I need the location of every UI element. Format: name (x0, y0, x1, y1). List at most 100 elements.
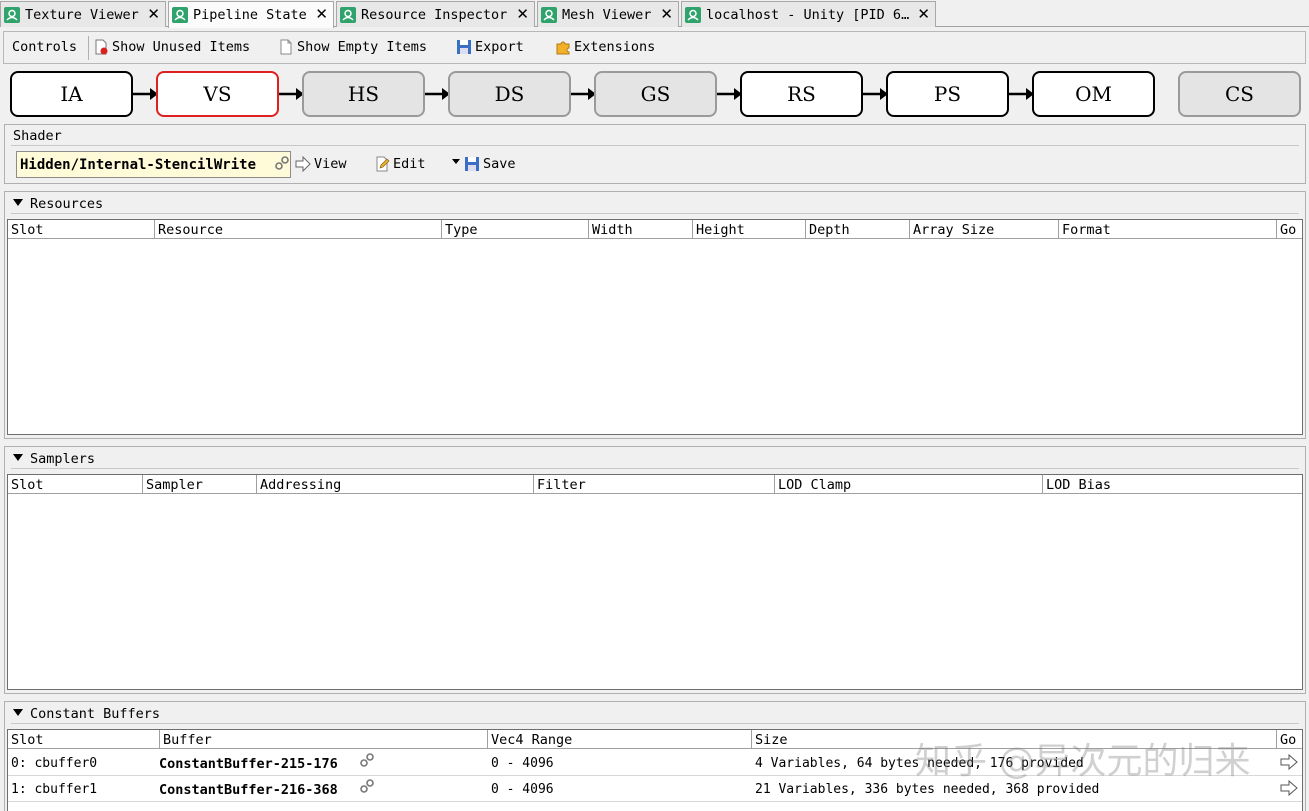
close-icon[interactable]: ✕ (917, 6, 930, 22)
column-header-slot[interactable]: Slot (8, 475, 143, 494)
tab-label: Resource Inspector (361, 6, 508, 23)
cell-size: 21 Variables, 336 bytes needed, 368 prov… (755, 782, 1100, 797)
column-header-slot[interactable]: Slot (8, 220, 155, 239)
page-red-icon (93, 39, 109, 55)
column-header-addressing[interactable]: Addressing (257, 475, 534, 494)
renderdoc-icon (685, 6, 701, 23)
samplers-title: Samplers (30, 451, 96, 467)
extensions-button[interactable]: Extensions (555, 39, 655, 55)
stage-cs[interactable]: CS (1178, 71, 1301, 117)
column-header-lod-clamp[interactable]: LOD Clamp (775, 475, 1043, 494)
chevron-down-icon[interactable] (452, 158, 460, 164)
cell-slot: 0: cbuffer0 (11, 756, 98, 771)
resources-title: Resources (30, 196, 104, 212)
show-empty-button[interactable]: Show Empty Items (278, 39, 427, 55)
tab-pipeline-state[interactable]: Pipeline State ✕ (168, 1, 334, 28)
save-dropdown-button[interactable]: Save (452, 156, 516, 172)
cell-vec4-range: 0 - 4096 (491, 756, 554, 771)
link-icon[interactable] (360, 753, 374, 767)
constant-buffers-table[interactable]: Slot Buffer Vec4 Range Size Go 0: cbuffe… (7, 729, 1303, 811)
tab-label: localhost - Unity [PID 6… (706, 6, 910, 23)
stage-ia[interactable]: IA (10, 71, 133, 117)
floppy-save-icon (465, 157, 479, 171)
shader-name: Hidden/Internal-StencilWrite (20, 157, 257, 173)
column-header-width[interactable]: Width (589, 220, 693, 239)
go-arrow-icon[interactable] (1280, 754, 1298, 770)
cell-size: 4 Variables, 64 bytes needed, 176 provid… (755, 756, 1084, 771)
column-header-height[interactable]: Height (693, 220, 806, 239)
divider (11, 213, 1299, 214)
export-button[interactable]: Export (456, 39, 524, 55)
shader-name-field[interactable]: Hidden/Internal-StencilWrite (16, 151, 291, 178)
cell-buffer: ConstantBuffer-215-176 (159, 756, 338, 772)
column-header-resource[interactable]: Resource (155, 220, 442, 239)
extensions-label: Extensions (574, 39, 656, 55)
close-icon[interactable]: ✕ (660, 6, 673, 22)
show-unused-button[interactable]: Show Unused Items (93, 39, 250, 55)
tab-texture-viewer[interactable]: Texture Viewer ✕ (0, 1, 166, 27)
renderdoc-icon (541, 6, 557, 23)
column-header-format[interactable]: Format (1059, 220, 1277, 239)
samplers-section: Samplers Slot Sampler Addressing Filter … (4, 446, 1306, 694)
view-button[interactable]: View (295, 156, 347, 172)
collapse-triangle-icon[interactable] (13, 199, 23, 206)
arrow-right-icon (295, 156, 311, 172)
renderdoc-icon (340, 6, 356, 23)
stage-om[interactable]: OM (1032, 71, 1155, 117)
close-icon[interactable]: ✕ (147, 6, 160, 22)
column-header-go[interactable]: Go (1277, 220, 1302, 239)
shader-group-title: Shader (13, 128, 62, 144)
stage-ps[interactable]: PS (886, 71, 1009, 117)
stage-hs[interactable]: HS (302, 71, 425, 117)
column-header-buffer[interactable]: Buffer (160, 730, 488, 749)
cell-vec4-range: 0 - 4096 (491, 782, 554, 797)
export-label: Export (475, 39, 524, 55)
column-header-lod-bias[interactable]: LOD Bias (1043, 475, 1302, 494)
table-header: Slot Buffer Vec4 Range Size Go (8, 730, 1302, 749)
constant-buffers-title: Constant Buffers (30, 706, 161, 722)
column-header-go[interactable]: Go (1277, 730, 1302, 749)
stage-label: IA (60, 82, 83, 106)
stage-gs[interactable]: GS (594, 71, 717, 117)
link-icon[interactable] (275, 156, 289, 170)
stage-label: PS (933, 82, 962, 106)
puzzle-icon (555, 39, 571, 55)
collapse-triangle-icon[interactable] (13, 454, 23, 461)
renderdoc-icon (4, 6, 20, 23)
tab-localhost-unity[interactable]: localhost - Unity [PID 6… ✕ (681, 1, 936, 27)
column-header-array-size[interactable]: Array Size (910, 220, 1059, 239)
go-arrow-icon[interactable] (1280, 780, 1298, 796)
close-icon[interactable]: ✕ (315, 6, 328, 22)
column-header-sampler[interactable]: Sampler (143, 475, 257, 494)
stage-ds[interactable]: DS (448, 71, 571, 117)
column-header-depth[interactable]: Depth (806, 220, 910, 239)
controls-text: Controls (12, 39, 78, 55)
tab-bar: Texture Viewer ✕ Pipeline State ✕ Resour… (0, 0, 1309, 28)
table-row[interactable]: 0: cbuffer0 ConstantBuffer-215-176 0 - 4… (8, 750, 1302, 776)
edit-button[interactable]: Edit (374, 156, 426, 172)
resources-table[interactable]: Slot Resource Type Width Height Depth Ar… (7, 219, 1303, 435)
tab-mesh-viewer[interactable]: Mesh Viewer ✕ (537, 1, 679, 27)
column-header-vec4-range[interactable]: Vec4 Range (488, 730, 752, 749)
stage-rs[interactable]: RS (740, 71, 863, 117)
stage-label: VS (203, 82, 232, 106)
shader-group: Shader Hidden/Internal-StencilWrite View… (4, 124, 1306, 184)
column-header-size[interactable]: Size (752, 730, 1277, 749)
resources-section: Resources Slot Resource Type Width Heigh… (4, 191, 1306, 439)
column-header-slot[interactable]: Slot (8, 730, 160, 749)
table-header: Slot Sampler Addressing Filter LOD Clamp… (8, 475, 1302, 494)
tab-label: Texture Viewer (25, 6, 139, 23)
column-header-type[interactable]: Type (442, 220, 589, 239)
table-row[interactable]: 1: cbuffer1 ConstantBuffer-216-368 0 - 4… (8, 776, 1302, 802)
samplers-table[interactable]: Slot Sampler Addressing Filter LOD Clamp… (7, 474, 1303, 690)
stage-label: RS (787, 82, 816, 106)
column-header-filter[interactable]: Filter (534, 475, 775, 494)
divider (11, 468, 1299, 469)
link-icon[interactable] (360, 779, 374, 793)
collapse-triangle-icon[interactable] (13, 709, 23, 716)
controls-toolbar: Controls Show Unused Items Show Empty It… (3, 31, 1306, 64)
tab-resource-inspector[interactable]: Resource Inspector ✕ (336, 1, 535, 27)
close-icon[interactable]: ✕ (516, 6, 529, 22)
stage-vs[interactable]: VS (156, 71, 279, 117)
divider (11, 145, 1299, 146)
